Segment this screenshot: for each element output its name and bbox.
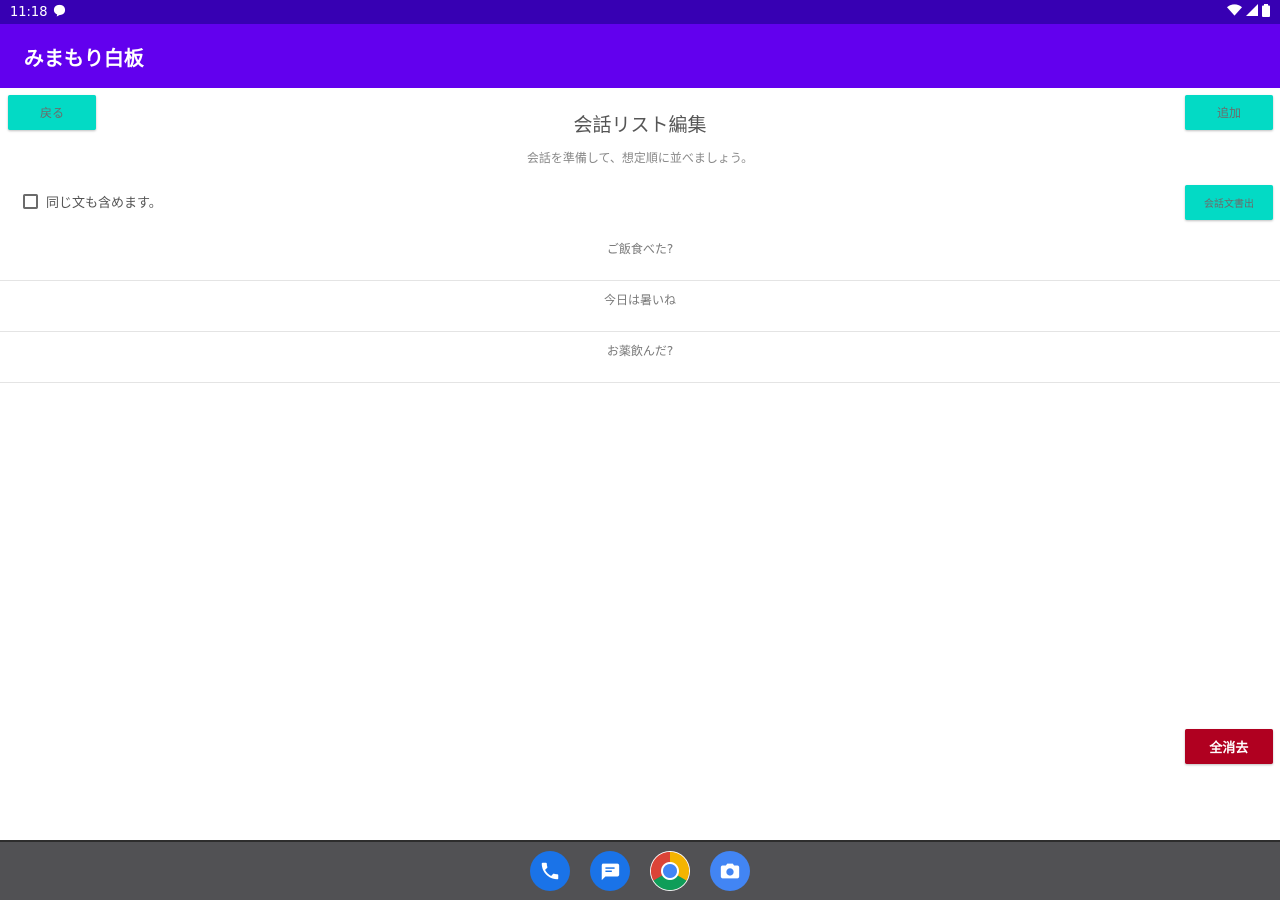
battery-icon <box>1262 3 1270 21</box>
message-notification-icon <box>53 4 66 21</box>
content-area: 戻る 会話リスト編集 追加 会話を準備して、想定順に並べましょう。 同じ文も含め… <box>0 88 1280 840</box>
list-item[interactable]: ご飯食べた? <box>0 230 1280 281</box>
add-button[interactable]: 追加 <box>1185 95 1273 130</box>
wifi-icon <box>1227 4 1242 20</box>
chrome-icon[interactable] <box>650 851 690 891</box>
list-item[interactable]: お薬飲んだ? <box>0 332 1280 383</box>
list-item[interactable]: 今日は暑いね <box>0 281 1280 332</box>
conversation-list: ご飯食べた? 今日は暑いね お薬飲んだ? <box>0 230 1280 383</box>
status-time: 11:18 <box>10 4 48 20</box>
list-item-text: ご飯食べた? <box>606 242 674 256</box>
signal-icon <box>1246 4 1258 20</box>
include-same-text-checkbox[interactable] <box>23 194 38 209</box>
page-title: 会話リスト編集 <box>573 114 707 136</box>
list-item-text: お薬飲んだ? <box>606 344 674 358</box>
app-title: みまもり白板 <box>24 45 144 70</box>
camera-icon[interactable] <box>710 851 750 891</box>
include-same-text-label: 同じ文も含めます。 <box>46 196 162 211</box>
include-same-text-option[interactable]: 同じ文も含めます。 <box>23 192 162 211</box>
app-bar: みまもり白板 <box>0 24 1280 88</box>
messages-icon[interactable] <box>590 851 630 891</box>
status-right <box>1227 3 1270 21</box>
list-item-text: 今日は暑いね <box>603 293 676 307</box>
clear-all-button[interactable]: 全消去 <box>1185 729 1273 764</box>
status-left: 11:18 <box>10 4 66 21</box>
navigation-dock <box>0 840 1280 900</box>
page-subtitle: 会話を準備して、想定順に並べましょう。 <box>526 151 754 165</box>
status-bar: 11:18 <box>0 0 1280 24</box>
export-conversation-button[interactable]: 会話文書出 <box>1185 185 1273 220</box>
phone-icon[interactable] <box>530 851 570 891</box>
